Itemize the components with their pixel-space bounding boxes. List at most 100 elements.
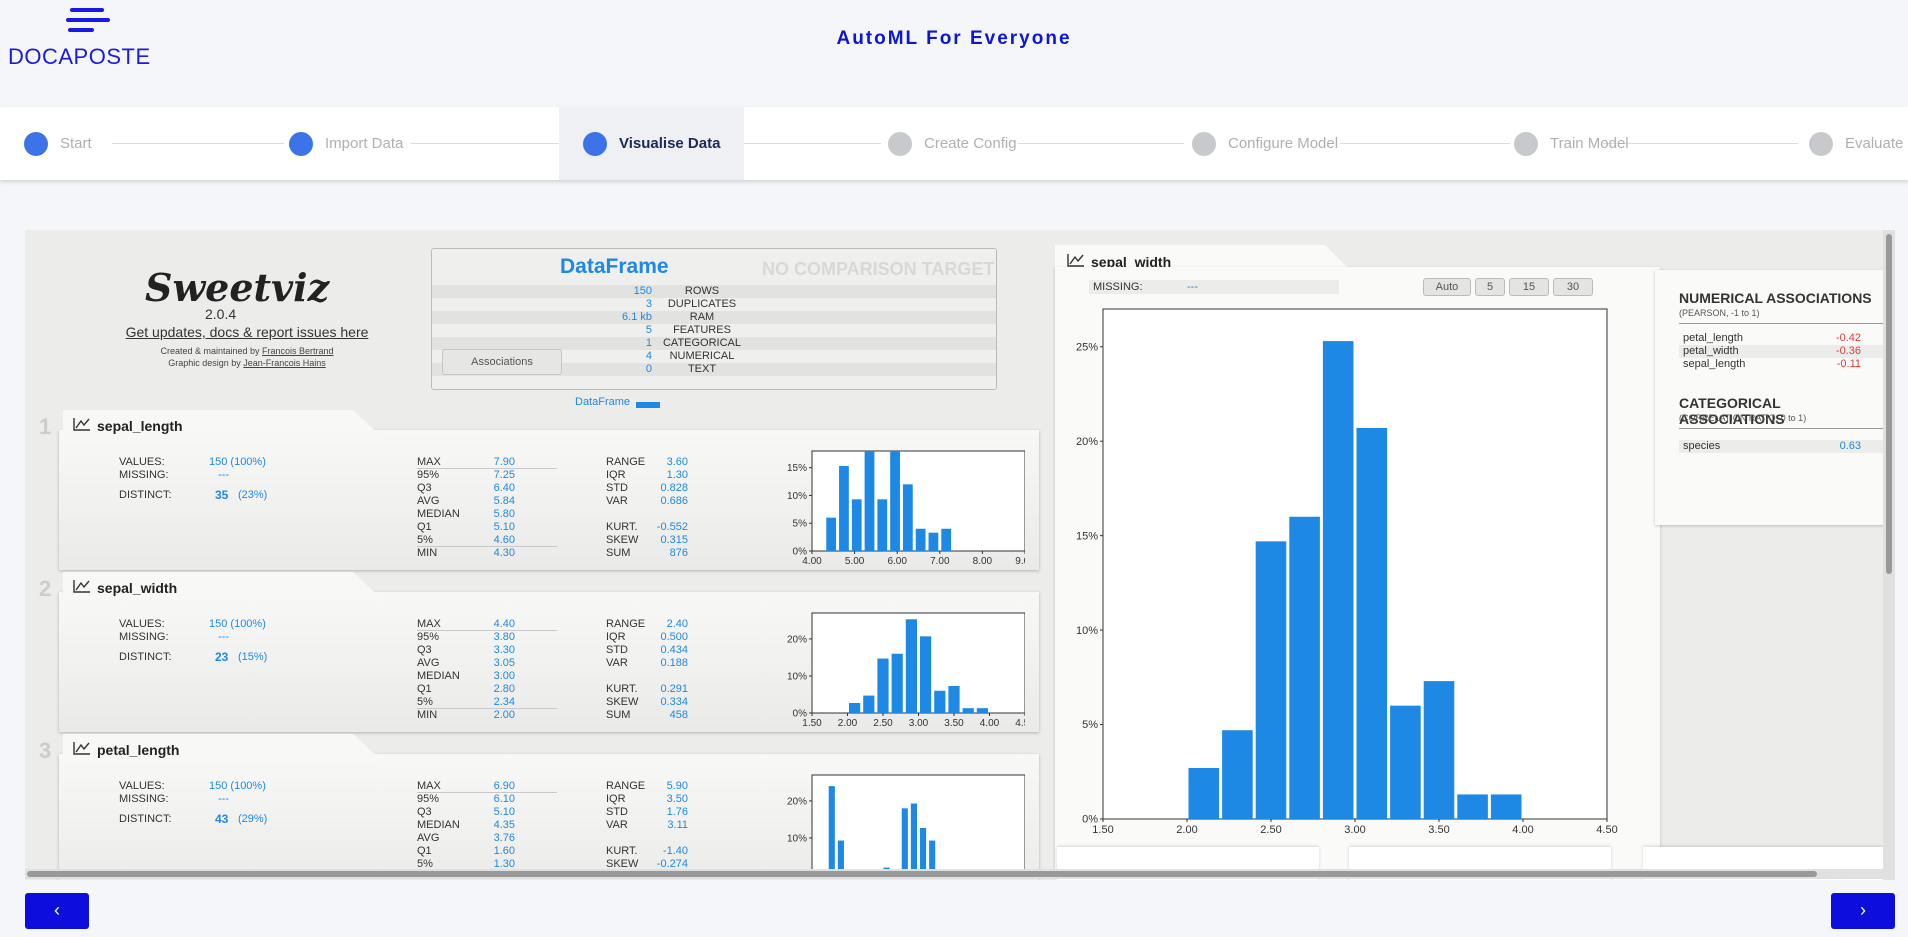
- feature-tab: sepal_width: [63, 572, 383, 600]
- quantile-row: Q1 2.80: [417, 683, 557, 696]
- x-tick-label: 5.00: [845, 556, 865, 566]
- quantile-label: AVG: [417, 832, 440, 844]
- stat-row: IQR 0.500: [606, 631, 706, 644]
- app-header: DOCAPOSTE AutoML For Everyone: [0, 0, 1908, 106]
- step-dot-icon: [1809, 131, 1833, 156]
- feature-card-sepal_length[interactable]: 1 VALUES: 150 (100%) MISSING: --- DISTINCT: 35…: [39, 410, 1039, 570]
- bins-30-button[interactable]: 30: [1553, 278, 1593, 296]
- author-link[interactable]: Francois Bertrand: [262, 346, 334, 356]
- stats-table: RANGE 3.60 IQR 1.30 STD 0.828 VAR 0.686 KURT. -0.…: [606, 456, 706, 560]
- stat-row: STD 0.434: [606, 644, 706, 657]
- quantile-value: 6.40: [493, 482, 515, 494]
- stat-row: KURT. 0.291: [606, 683, 706, 696]
- bins-5-button[interactable]: 5: [1475, 278, 1505, 296]
- chart-icon: [73, 418, 90, 431]
- quantile-value: 3.76: [493, 832, 515, 844]
- quantile-value: 2.34: [493, 696, 515, 708]
- previous-button[interactable]: ‹: [25, 893, 89, 929]
- dataframe-stat-row: 150 ROWS: [432, 285, 996, 298]
- bins-auto-button[interactable]: Auto: [1423, 278, 1471, 296]
- values-value: 150 (100%): [209, 618, 266, 630]
- x-tick-label: 2.50: [1260, 824, 1281, 836]
- stat-row: VAR 0.188: [606, 657, 706, 670]
- detail-body: MISSING: --- Auto 5 15 30 1.50 2.00 2.50 3.…: [1055, 267, 1660, 880]
- feature-tab: sepal_length: [63, 410, 383, 438]
- quantile-table: MAX 4.40 95% 3.80 Q3 3.30 AVG 3.05 MEDIAN 3.00 Q1 2…: [417, 618, 557, 722]
- stat-value: 0.315: [660, 534, 688, 546]
- sweetviz-credit: Graphic design by Jean-Francois Hains: [97, 358, 397, 368]
- step-dot-icon: [1514, 131, 1538, 156]
- step-start[interactable]: Start: [24, 107, 92, 180]
- stat-label: KURT.: [606, 521, 638, 533]
- y-tick-label: 10%: [787, 833, 807, 844]
- feature-detail-panel: sepal_width MISSING: --- Auto 5 15 30 1.…: [1055, 245, 1660, 880]
- quantile-value: 6.10: [493, 793, 515, 805]
- stat-row: SUM 876: [606, 547, 706, 560]
- association-row: petal_length -0.42: [1679, 332, 1883, 345]
- y-tick-label: 0%: [793, 708, 808, 719]
- step-create-config[interactable]: Create Config: [888, 107, 1017, 180]
- y-tick-label: 20%: [787, 634, 807, 645]
- step-configure-model[interactable]: Configure Model: [1192, 107, 1338, 180]
- histogram-bar: [1390, 705, 1421, 819]
- horizontal-scrollbar[interactable]: [25, 869, 1883, 879]
- quantile-row: 95% 3.80: [417, 631, 557, 644]
- histogram-bar: [901, 808, 908, 875]
- histogram-bar: [948, 685, 960, 713]
- missing-label: MISSING:: [119, 469, 169, 481]
- step-train-model[interactable]: Train Model: [1514, 107, 1629, 180]
- step-visualise-data[interactable]: Visualise Data: [559, 107, 745, 180]
- stat-value: 1.76: [666, 806, 688, 818]
- stat-label: SUM: [606, 709, 631, 721]
- quantile-label: MAX: [417, 780, 441, 792]
- quantile-value: 3.30: [493, 644, 515, 656]
- stat-value: 6.1 kb: [622, 311, 652, 323]
- sweetviz-docs-link[interactable]: Get updates, docs & report issues here: [97, 324, 397, 340]
- histogram-bar: [1322, 341, 1354, 819]
- stat-row: RANGE 5.90: [606, 780, 706, 793]
- legend-swatch: [636, 402, 660, 408]
- histogram-bar: [828, 786, 835, 875]
- y-tick-label: 10%: [787, 491, 807, 502]
- x-tick-label: 6.00: [887, 556, 907, 566]
- histogram-bar: [920, 827, 927, 875]
- bins-15-button[interactable]: 15: [1509, 278, 1549, 296]
- stat-label: RANGE: [606, 780, 646, 792]
- distinct-percent: (15%): [238, 651, 268, 663]
- quantile-value: 7.90: [493, 456, 515, 468]
- designer-link[interactable]: Jean-Francois Hains: [243, 358, 326, 368]
- step-import-data[interactable]: Import Data: [289, 107, 403, 180]
- stat-value: 4: [645, 350, 652, 362]
- distinct-label: DISTINCT:: [119, 489, 172, 501]
- histogram-bar: [839, 466, 849, 551]
- feature-card-petal_length[interactable]: 3 VALUES: 150 (100%) MISSING: --- DISTINCT: 43…: [39, 734, 1039, 880]
- stat-label: FEATURES: [673, 324, 731, 336]
- stat-value: 3.11: [667, 819, 688, 831]
- y-tick-label: 0%: [1082, 814, 1098, 826]
- x-tick-label: 4.00: [802, 556, 822, 566]
- vertical-scrollbar[interactable]: [1883, 230, 1895, 880]
- associations-button[interactable]: Associations: [442, 349, 562, 375]
- scrollbar-thumb[interactable]: [1886, 234, 1892, 574]
- stat-value: 5.90: [666, 780, 688, 792]
- association-row: sepal_length -0.11: [1679, 358, 1883, 371]
- quantile-row: AVG 5.84: [417, 495, 557, 508]
- step-label: Evaluate: [1845, 135, 1904, 152]
- stat-value: 1.30: [666, 469, 688, 481]
- distinct-percent: (29%): [238, 813, 268, 825]
- next-button[interactable]: ›: [1831, 893, 1895, 929]
- stat-label: KURT.: [606, 683, 638, 695]
- step-evaluate[interactable]: Evaluate: [1809, 107, 1903, 180]
- histogram-bar: [877, 499, 888, 551]
- quantile-row: MIN 4.30: [417, 547, 557, 560]
- feature-card-sepal_width[interactable]: 2 VALUES: 150 (100%) MISSING: --- DISTINCT: 23…: [39, 572, 1039, 732]
- histogram-bar: [934, 690, 946, 713]
- stat-label: IQR: [606, 631, 626, 643]
- quantile-row: 95% 7.25: [417, 469, 557, 482]
- stat-row: SKEW 0.315: [606, 534, 706, 547]
- stat-label: IQR: [606, 793, 626, 805]
- distinct-label: DISTINCT:: [119, 651, 172, 663]
- scrollbar-thumb[interactable]: [27, 871, 1817, 877]
- detail-histogram: 1.50 2.00 2.50 3.00 3.50 4.00 4.50 25% 20% 15% 10%…: [1076, 308, 1618, 836]
- histogram-bar: [905, 619, 917, 713]
